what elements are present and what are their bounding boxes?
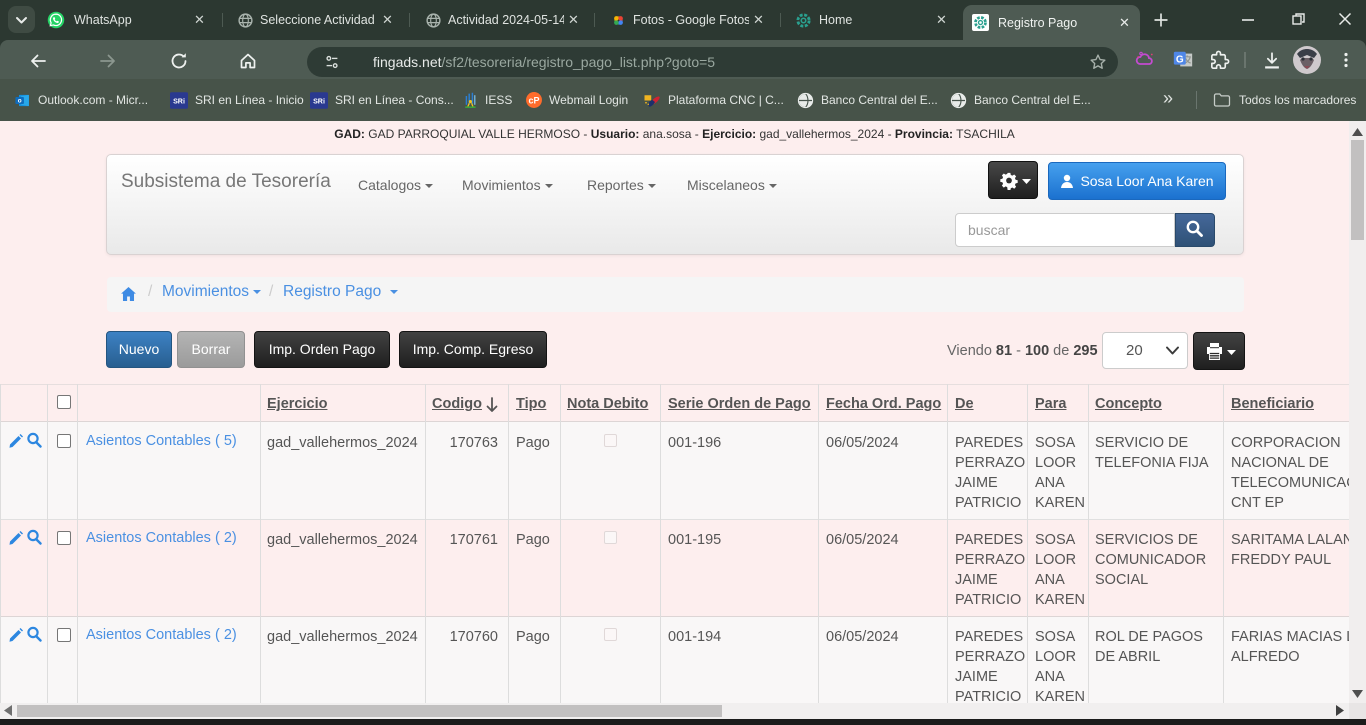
svg-text:G: G (1176, 54, 1184, 65)
svg-text:SRi: SRi (313, 97, 325, 105)
svg-text:cP: cP (528, 95, 539, 105)
svg-text:o: o (18, 97, 22, 104)
svg-text:SRi: SRi (173, 97, 185, 105)
